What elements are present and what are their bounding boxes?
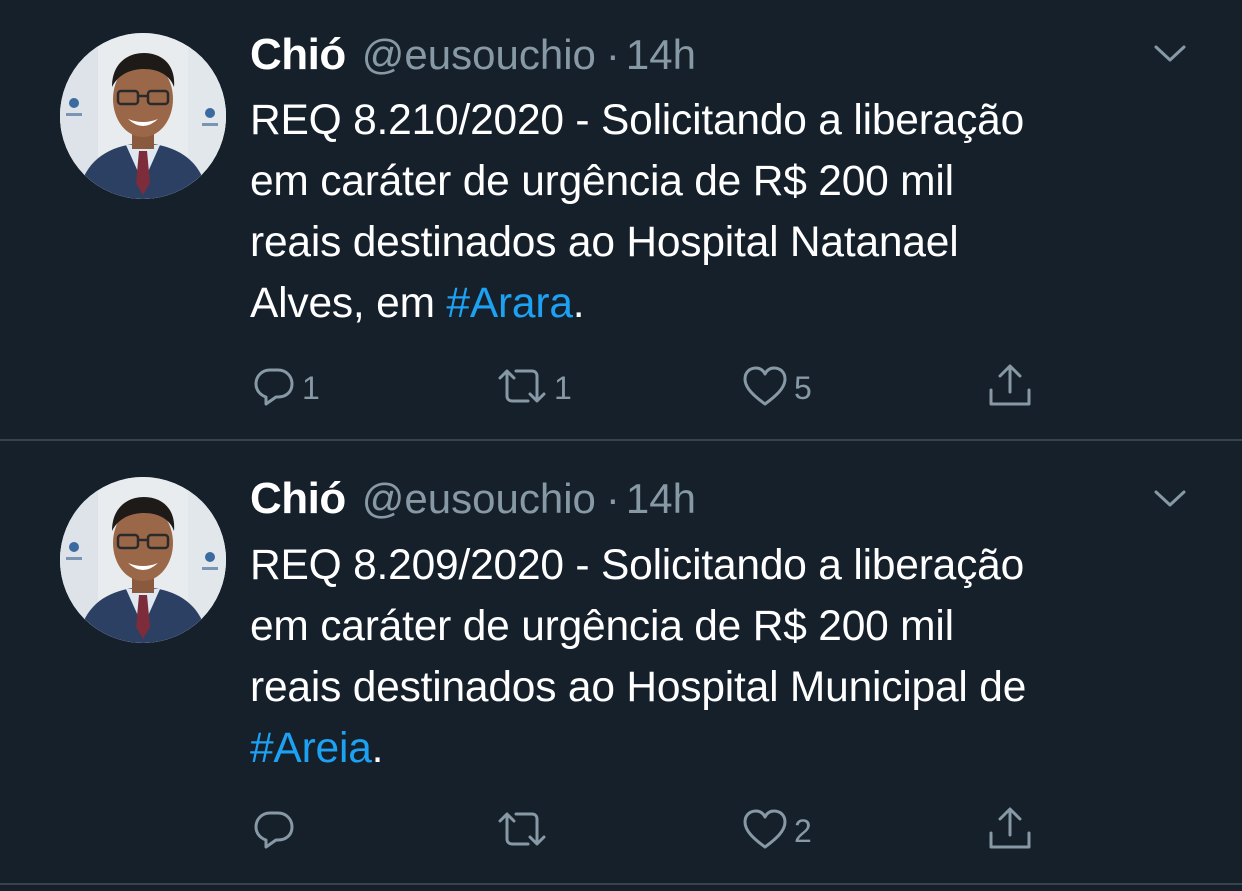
heart-icon — [740, 805, 790, 858]
like-button[interactable]: 2 — [740, 803, 812, 859]
speech-bubble-icon — [250, 805, 298, 858]
tweet-header: Chió @eusouchio · 14h — [250, 30, 696, 86]
author-name[interactable]: Chió — [250, 30, 346, 80]
heart-icon — [740, 362, 790, 415]
separator-dot: · — [605, 475, 620, 522]
separator-dot: · — [605, 31, 620, 78]
avatar[interactable] — [60, 477, 226, 643]
share-button[interactable] — [984, 803, 1040, 859]
action-bar: 2 — [250, 803, 1050, 859]
tweet-text-line: Alves, em #Arara. — [250, 273, 1210, 334]
tweet-divider — [0, 883, 1242, 885]
tweet-text-line: reais destinados ao Hospital Municipal d… — [250, 664, 1027, 711]
like-count: 5 — [794, 369, 812, 406]
tweet-header: Chió @eusouchio · 14h — [250, 474, 696, 530]
retweet-arrows-icon — [494, 805, 550, 858]
like-button[interactable]: 5 — [740, 360, 812, 416]
tweet-text: REQ 8.210/2020 - Solicitando a liberação… — [250, 90, 1210, 334]
tweet-text-fragment: . — [371, 725, 384, 772]
tweet-text-line: #Areia. — [250, 718, 1210, 779]
chevron-down-icon[interactable] — [1150, 483, 1190, 513]
timestamp[interactable]: 14h — [626, 475, 696, 523]
author-handle[interactable]: @eusouchio — [362, 31, 596, 79]
reply-button[interactable]: 1 — [250, 360, 320, 416]
tweet-text-fragment: Alves, em — [250, 280, 447, 327]
tweet-text-line: em caráter de urgência de R$ 200 mil — [250, 158, 954, 205]
share-button[interactable] — [984, 360, 1040, 416]
tweet-text-line: reais destinados ao Hospital Natanael — [250, 219, 959, 266]
retweet-count: 1 — [554, 369, 572, 406]
author-handle[interactable]: @eusouchio — [362, 475, 596, 523]
tweet[interactable]: Chió @eusouchio · 14h REQ 8.209/2020 - S… — [0, 441, 1242, 883]
tweet[interactable]: Chió @eusouchio · 14h REQ 8.210/2020 - S… — [0, 0, 1242, 440]
retweet-button[interactable]: 1 — [494, 360, 572, 416]
reply-button[interactable] — [250, 803, 302, 859]
tweet-text: REQ 8.209/2020 - Solicitando a liberação… — [250, 535, 1210, 779]
reply-count: 1 — [302, 369, 320, 406]
speech-bubble-icon — [250, 362, 298, 415]
share-upload-icon — [984, 803, 1036, 860]
tweet-text-line: em caráter de urgência de R$ 200 mil — [250, 603, 954, 650]
timestamp[interactable]: 14h — [626, 31, 696, 79]
tweet-text-line: REQ 8.209/2020 - Solicitando a liberação — [250, 542, 1025, 589]
retweet-button[interactable] — [494, 803, 554, 859]
chevron-down-icon[interactable] — [1150, 38, 1190, 68]
share-upload-icon — [984, 360, 1036, 417]
tweet-text-fragment: . — [572, 280, 585, 327]
author-name[interactable]: Chió — [250, 474, 346, 524]
like-count: 2 — [794, 812, 812, 849]
tweet-text-line: REQ 8.210/2020 - Solicitando a liberação — [250, 97, 1025, 144]
hashtag-link[interactable]: #Arara — [446, 280, 573, 327]
retweet-arrows-icon — [494, 362, 550, 415]
timeline-feed: Chió @eusouchio · 14h REQ 8.210/2020 - S… — [0, 0, 1242, 891]
action-bar: 1 1 5 — [250, 360, 1050, 416]
hashtag-link[interactable]: #Areia — [250, 725, 372, 772]
avatar[interactable] — [60, 33, 226, 199]
